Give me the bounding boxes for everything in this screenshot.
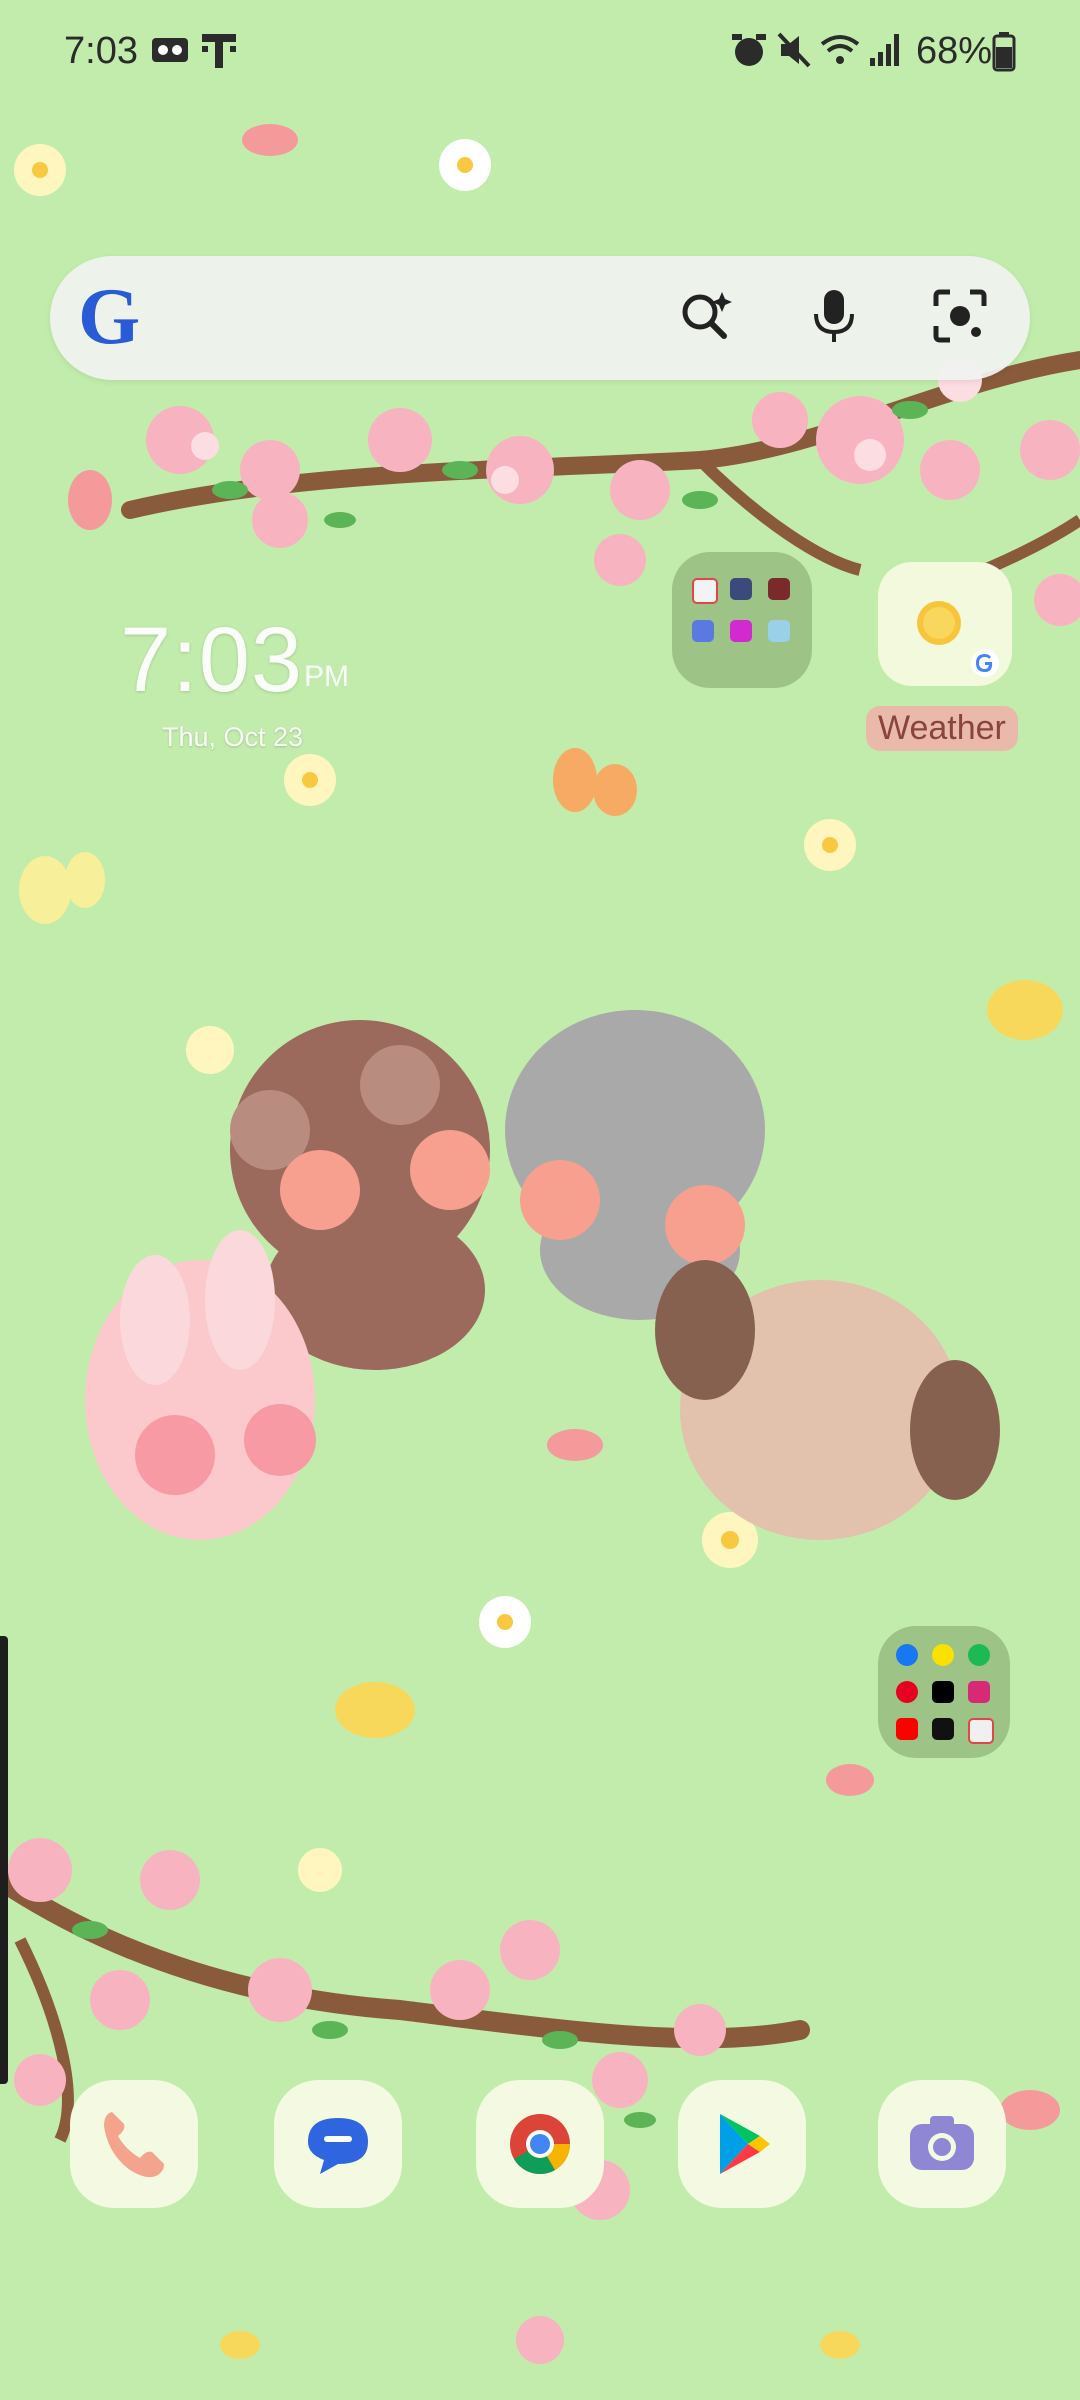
google-icon <box>971 649 999 677</box>
battery-icon <box>992 32 1016 72</box>
status-time: 7:03 <box>64 30 138 72</box>
instagram-icon <box>968 1681 990 1703</box>
app-icon <box>730 578 752 600</box>
microphone-icon[interactable] <box>806 286 862 346</box>
clock-time[interactable]: 7:03 <box>120 608 303 713</box>
play-store-icon <box>720 2114 770 2174</box>
alarm-icon <box>732 34 766 66</box>
spotify-icon <box>968 1644 990 1666</box>
wifi-icon <box>820 35 860 64</box>
app-icon <box>730 620 752 642</box>
youtube-icon <box>896 1718 918 1740</box>
dock-play-store[interactable] <box>678 2080 806 2208</box>
app-icon <box>768 620 790 642</box>
edge-panel-handle[interactable] <box>0 1636 8 2084</box>
pinterest-icon <box>896 1681 918 1703</box>
signal-icon <box>870 34 899 66</box>
facebook-icon <box>896 1644 918 1666</box>
kakaotalk-icon <box>932 1644 954 1666</box>
google-search-bar[interactable]: G <box>50 256 1030 380</box>
app-folder-social[interactable] <box>878 1626 1010 1758</box>
clock-date[interactable]: Thu, Oct 23 <box>162 722 303 753</box>
dock-chrome[interactable] <box>476 2080 604 2208</box>
ai-search-icon[interactable] <box>676 286 736 346</box>
weather-widget[interactable] <box>878 562 1012 686</box>
app-folder-top[interactable] <box>672 552 812 688</box>
camera-icon <box>910 2116 974 2170</box>
dock-phone[interactable] <box>70 2080 198 2208</box>
mute-icon <box>777 32 811 68</box>
dock-camera[interactable] <box>878 2080 1006 2208</box>
weather-label[interactable]: Weather <box>866 706 1018 751</box>
t-mobile-icon <box>202 34 236 68</box>
messages-icon <box>308 2118 368 2174</box>
app-icon <box>968 1718 994 1744</box>
dock-messages[interactable] <box>274 2080 402 2208</box>
x-icon <box>932 1681 954 1703</box>
app-icon <box>768 578 790 600</box>
pokemon-icon <box>692 578 718 604</box>
camera-lens-icon[interactable] <box>930 286 990 346</box>
chrome-icon <box>510 2114 570 2175</box>
sun-icon <box>917 601 961 645</box>
google-logo: G <box>78 273 141 361</box>
tiktok-icon <box>932 1718 954 1740</box>
voicemail-icon <box>152 38 188 62</box>
phone-icon <box>104 2112 164 2178</box>
battery-percent: 68% <box>916 30 993 72</box>
app-icon <box>692 620 714 642</box>
clock-ampm: PM <box>304 660 349 693</box>
